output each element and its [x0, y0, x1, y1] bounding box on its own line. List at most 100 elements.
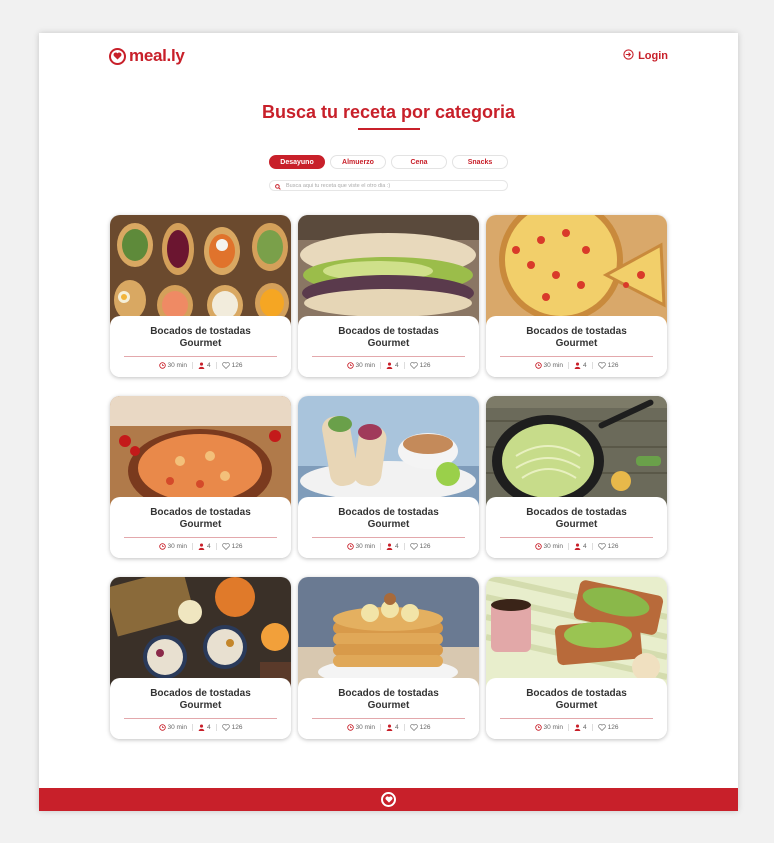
card-meta: 30 min 4 126: [298, 543, 479, 550]
card-title: Bocados de tostadas Gourmet: [338, 326, 439, 349]
clock-icon: [346, 543, 354, 550]
servings-value: 4: [583, 362, 587, 369]
person-icon: [386, 724, 393, 731]
likes-value: 126: [231, 362, 243, 369]
servings-meta: 4: [192, 362, 216, 369]
card-body: Bocados de tostadas Gourmet 30 min 4 126: [298, 497, 479, 558]
logo[interactable]: meal.ly: [109, 46, 185, 66]
likes-meta: 126: [591, 543, 624, 550]
card-body: Bocados de tostadas Gourmet 30 min 4 126: [298, 316, 479, 377]
servings-value: 4: [395, 362, 399, 369]
likes-meta: 126: [591, 724, 624, 731]
card-title: Bocados de tostadas Gourmet: [150, 507, 251, 530]
recipe-image-toast-bites: [110, 215, 291, 327]
recipe-card[interactable]: Bocados de tostadas Gourmet 30 min 4 126: [110, 396, 291, 558]
servings-value: 4: [395, 543, 399, 550]
likes-meta: 126: [215, 543, 248, 550]
time-value: 30 min: [543, 362, 564, 369]
servings-value: 4: [207, 543, 211, 550]
tab-desayuno[interactable]: Desayuno: [269, 155, 325, 169]
clock-icon: [346, 724, 354, 731]
heart-icon: [597, 724, 606, 731]
servings-meta: 4: [568, 362, 592, 369]
heart-icon: [221, 724, 230, 731]
person-icon: [198, 724, 205, 731]
servings-value: 4: [583, 543, 587, 550]
servings-meta: 4: [568, 724, 592, 731]
likes-meta: 126: [403, 362, 436, 369]
search-bar: [269, 180, 508, 191]
card-body: Bocados de tostadas Gourmet 30 min 4 126: [486, 316, 667, 377]
divider: [124, 356, 277, 357]
recipe-card[interactable]: Bocados de tostadas Gourmet 30 min 4 126: [486, 577, 667, 739]
heart-logo-icon[interactable]: [381, 792, 396, 807]
card-title: Bocados de tostadas Gourmet: [338, 507, 439, 530]
recipe-image-tomato-tart: [486, 215, 667, 327]
divider: [500, 718, 653, 719]
person-icon: [198, 543, 205, 550]
likes-value: 126: [607, 724, 619, 731]
tab-cena[interactable]: Cena: [391, 155, 447, 169]
divider: [312, 356, 465, 357]
recipe-image-granola-bowls: [110, 577, 291, 689]
clock-icon: [346, 362, 354, 369]
time-value: 30 min: [167, 543, 188, 550]
time-value: 30 min: [543, 543, 564, 550]
likes-meta: 126: [215, 362, 248, 369]
time-meta: 30 min: [342, 724, 381, 731]
recipe-card[interactable]: Bocados de tostadas Gourmet 30 min 4 126: [298, 215, 479, 377]
likes-meta: 126: [403, 543, 436, 550]
recipe-card[interactable]: Bocados de tostadas Gourmet 30 min 4 126: [110, 577, 291, 739]
person-icon: [386, 543, 393, 550]
clock-icon: [534, 543, 542, 550]
divider: [312, 537, 465, 538]
header: meal.ly Login: [39, 33, 738, 83]
login-label: Login: [638, 50, 668, 62]
time-meta: 30 min: [342, 543, 381, 550]
servings-meta: 4: [380, 724, 404, 731]
heart-icon: [597, 543, 606, 550]
recipe-card[interactable]: Bocados de tostadas Gourmet 30 min 4 126: [298, 577, 479, 739]
recipe-image-avocado-sandwich: [298, 215, 479, 327]
servings-meta: 4: [192, 724, 216, 731]
time-meta: 30 min: [154, 724, 193, 731]
card-title: Bocados de tostadas Gourmet: [526, 688, 627, 711]
heart-icon: [409, 724, 418, 731]
recipe-image-zucchini-noodles: [486, 396, 667, 508]
card-body: Bocados de tostadas Gourmet 30 min 4 126: [110, 678, 291, 739]
category-tabs: Desayuno Almuerzo Cena Snacks: [269, 155, 508, 169]
card-meta: 30 min 4 126: [486, 724, 667, 731]
recipe-card[interactable]: Bocados de tostadas Gourmet 30 min 4 126: [486, 215, 667, 377]
card-title: Bocados de tostadas Gourmet: [526, 507, 627, 530]
card-body: Bocados de tostadas Gourmet 30 min 4 126: [298, 678, 479, 739]
likes-meta: 126: [403, 724, 436, 731]
clock-icon: [158, 362, 166, 369]
search-input[interactable]: [286, 182, 486, 189]
recipe-card[interactable]: Bocados de tostadas Gourmet 30 min 4 126: [486, 396, 667, 558]
time-value: 30 min: [355, 543, 376, 550]
recipe-card[interactable]: Bocados de tostadas Gourmet 30 min 4 126: [298, 396, 479, 558]
heart-icon: [409, 543, 418, 550]
servings-meta: 4: [380, 362, 404, 369]
heart-icon: [597, 362, 606, 369]
divider: [500, 537, 653, 538]
person-icon: [574, 362, 581, 369]
likes-value: 126: [607, 543, 619, 550]
divider: [312, 718, 465, 719]
tab-almuerzo[interactable]: Almuerzo: [330, 155, 386, 169]
login-icon: [623, 49, 634, 63]
footer: [39, 788, 738, 811]
tab-snacks[interactable]: Snacks: [452, 155, 508, 169]
card-body: Bocados de tostadas Gourmet 30 min 4 126: [110, 316, 291, 377]
person-icon: [198, 362, 205, 369]
time-value: 30 min: [543, 724, 564, 731]
person-icon: [386, 362, 393, 369]
servings-value: 4: [395, 724, 399, 731]
likes-value: 126: [231, 543, 243, 550]
servings-value: 4: [207, 362, 211, 369]
recipe-card[interactable]: Bocados de tostadas Gourmet 30 min 4 126: [110, 215, 291, 377]
servings-meta: 4: [568, 543, 592, 550]
likes-value: 126: [231, 724, 243, 731]
time-value: 30 min: [355, 362, 376, 369]
login-button[interactable]: Login: [623, 49, 668, 63]
